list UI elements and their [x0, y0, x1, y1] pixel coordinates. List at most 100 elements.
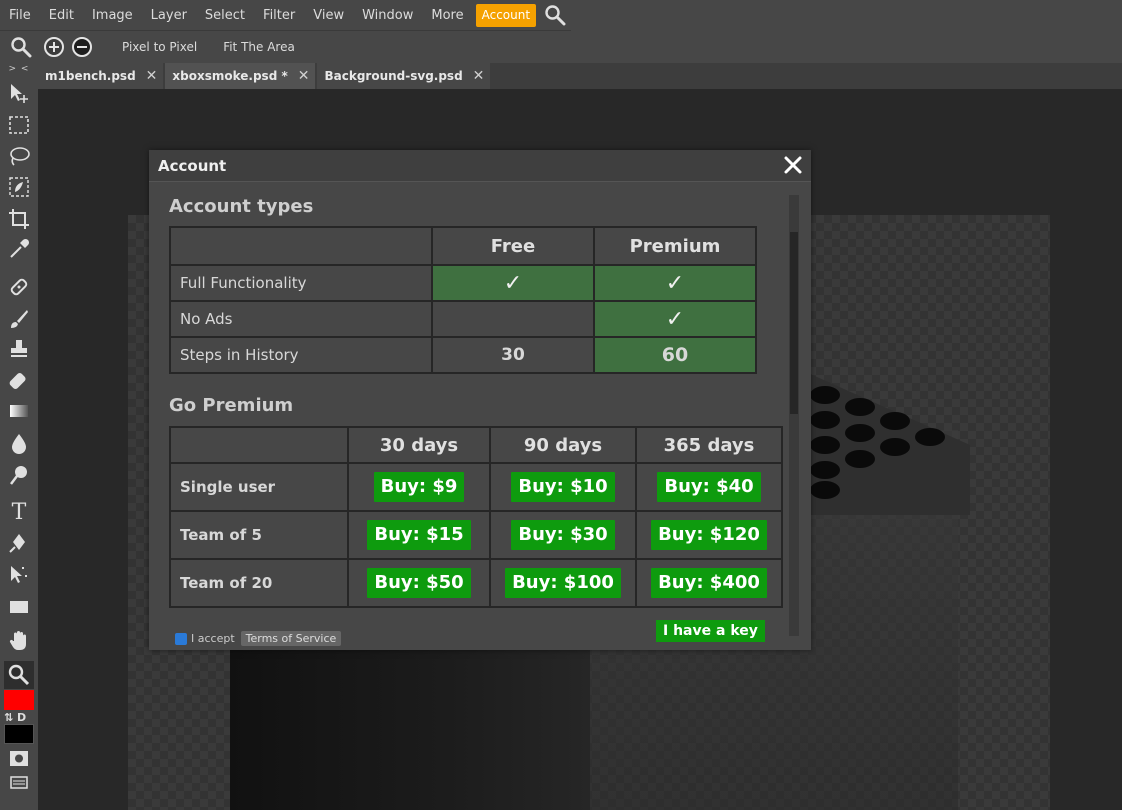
canvas-object-grille — [790, 365, 970, 515]
menu-more[interactable]: More — [422, 0, 472, 31]
fit-area-button[interactable]: Fit The Area — [223, 40, 295, 54]
zoom-in-button[interactable] — [44, 37, 64, 57]
text-tool-icon[interactable]: T — [7, 498, 31, 525]
pen-tool-icon[interactable] — [7, 531, 31, 555]
screen-mode-icon[interactable] — [7, 771, 31, 789]
dialog-titlebar: Account — [149, 150, 811, 182]
premium-cell: ✓ — [593, 300, 757, 338]
tab-label: m1bench.psd — [45, 69, 136, 83]
have-key-button[interactable]: I have a key — [656, 620, 765, 642]
buy-button[interactable]: Buy: $100 — [505, 568, 621, 598]
accept-checkbox[interactable] — [175, 632, 187, 645]
hand-tool-icon[interactable] — [7, 629, 31, 653]
close-icon[interactable] — [781, 153, 805, 177]
feature-label: No Ads — [169, 300, 433, 338]
tab-background-svg[interactable]: Background-svg.psd ✕ — [317, 63, 491, 89]
dodge-tool-icon[interactable] — [7, 463, 31, 487]
close-icon[interactable]: ✕ — [146, 68, 158, 84]
tab-m1bench[interactable]: m1bench.psd ✕ — [38, 63, 164, 89]
menu-image[interactable]: Image — [83, 0, 142, 31]
dialog-body: Account types Free Premium Full Function… — [149, 182, 811, 650]
menu-view[interactable]: View — [304, 0, 353, 31]
price-cell: Buy: $15 — [347, 510, 491, 560]
plan-label: Team of 5 — [169, 510, 349, 560]
healing-tool-icon[interactable] — [7, 275, 31, 299]
price-cell: Buy: $400 — [635, 558, 783, 608]
svg-text:T: T — [12, 500, 27, 522]
crop-tool-icon[interactable] — [7, 207, 31, 231]
stamp-tool-icon[interactable] — [7, 337, 31, 361]
account-types-table: Free Premium Full Functionality ✓ ✓ No A… — [169, 226, 757, 374]
zoom-tool-icon — [10, 36, 32, 58]
dialog-scrollbar-thumb[interactable] — [790, 232, 798, 414]
account-button[interactable]: Account — [475, 3, 537, 27]
options-bar: Pixel to Pixel Fit The Area — [0, 31, 1122, 63]
foreground-color-swatch[interactable] — [4, 690, 34, 710]
quick-select-tool-icon[interactable] — [7, 175, 31, 199]
buy-button[interactable]: Buy: $50 — [367, 568, 471, 598]
buy-button[interactable]: Buy: $30 — [511, 520, 615, 550]
menu-layer[interactable]: Layer — [142, 0, 196, 31]
buy-button[interactable]: Buy: $15 — [367, 520, 471, 550]
premium-cell: 60 — [593, 336, 757, 374]
blur-tool-icon[interactable] — [7, 431, 31, 455]
buy-button[interactable]: Buy: $40 — [657, 472, 761, 502]
brush-tool-icon[interactable] — [7, 307, 31, 331]
search-icon[interactable] — [544, 4, 566, 26]
table-row: Team of 5 Buy: $15 Buy: $30 Buy: $120 — [169, 510, 783, 560]
eyedropper-tool-icon[interactable] — [7, 237, 31, 261]
gradient-tool-icon[interactable] — [7, 399, 31, 423]
menu-bar: File Edit Image Layer Select Filter View… — [0, 0, 1122, 31]
accept-terms: I accept Terms of Service — [175, 631, 342, 646]
price-cell: Buy: $120 — [635, 510, 783, 560]
lasso-tool-icon[interactable] — [7, 145, 31, 169]
pixel-to-pixel-button[interactable]: Pixel to Pixel — [122, 40, 197, 54]
price-cell: Buy: $50 — [347, 558, 491, 608]
path-select-tool-icon[interactable] — [7, 563, 31, 587]
zoom-tool-button[interactable] — [4, 661, 34, 689]
go-premium-table: 30 days 90 days 365 days Single user Buy… — [169, 426, 783, 608]
menu-edit[interactable]: Edit — [40, 0, 83, 31]
shape-tool-icon[interactable] — [7, 595, 31, 619]
free-cell: 30 — [431, 336, 595, 374]
close-icon[interactable]: ✕ — [473, 68, 485, 84]
menu-file[interactable]: File — [0, 0, 40, 31]
table-header-cell: 90 days — [489, 426, 637, 464]
marquee-tool-icon[interactable] — [7, 113, 31, 137]
background-color-swatch[interactable] — [4, 724, 34, 744]
menu-window[interactable]: Window — [353, 0, 422, 31]
dialog-title: Account — [158, 157, 227, 175]
close-icon[interactable]: ✕ — [298, 68, 310, 84]
price-cell: Buy: $40 — [635, 462, 783, 512]
table-header-cell: Premium — [593, 226, 757, 266]
table-header-cell: 30 days — [347, 426, 491, 464]
document-tabs: m1bench.psd ✕ xboxsmoke.psd * ✕ Background… — [38, 63, 1122, 89]
premium-cell: ✓ — [593, 264, 757, 302]
menu-filter[interactable]: Filter — [254, 0, 304, 31]
feature-label: Steps in History — [169, 336, 433, 374]
price-cell: Buy: $30 — [489, 510, 637, 560]
collapse-toolbar-button[interactable]: > < — [0, 63, 38, 75]
quick-mask-icon[interactable] — [7, 747, 31, 766]
buy-button[interactable]: Buy: $10 — [511, 472, 615, 502]
zoom-out-button[interactable] — [72, 37, 92, 57]
tools-panel: > < T ⇅ D — [0, 63, 38, 810]
check-icon: ✓ — [665, 306, 685, 332]
buy-button[interactable]: Buy: $120 — [651, 520, 767, 550]
eraser-tool-icon[interactable] — [7, 369, 31, 393]
table-header-cell: 365 days — [635, 426, 783, 464]
plan-label: Single user — [169, 462, 349, 512]
table-header-cell — [169, 426, 349, 464]
terms-of-service-button[interactable]: Terms of Service — [240, 631, 342, 646]
free-cell: ✓ — [431, 264, 595, 302]
buy-button[interactable]: Buy: $9 — [373, 472, 465, 502]
buy-button[interactable]: Buy: $400 — [651, 568, 767, 598]
accept-label: I accept — [191, 632, 235, 645]
tab-label: Background-svg.psd — [324, 69, 463, 83]
move-tool-icon[interactable] — [7, 81, 31, 105]
go-premium-heading: Go Premium — [169, 395, 294, 416]
swap-reset-colors[interactable]: ⇅ D — [4, 711, 26, 724]
price-cell: Buy: $100 — [489, 558, 637, 608]
menu-select[interactable]: Select — [196, 0, 254, 31]
tab-xboxsmoke[interactable]: xboxsmoke.psd * ✕ — [165, 63, 316, 89]
